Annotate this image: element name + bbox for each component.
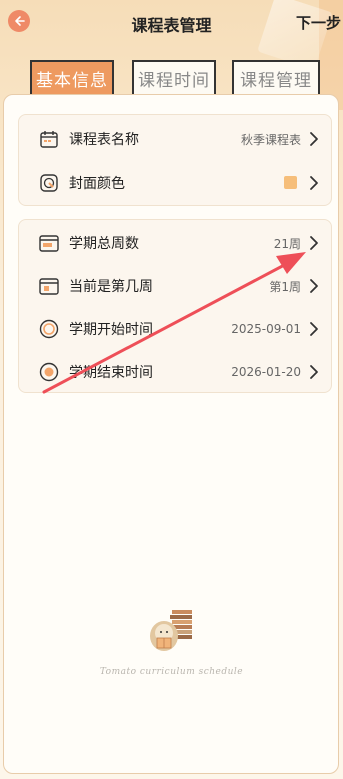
total-weeks-row[interactable]: 学期总周数 21周 (19, 221, 331, 265)
color-swatch (284, 176, 297, 189)
total-weeks-value: 21周 (273, 236, 301, 251)
semester-group: 学期总周数 21周 当前是第几周 第1周 学期开始时间 2025-09-01 学… (18, 219, 332, 393)
end-date-row[interactable]: 学期结束时间 2026-01-20 (19, 350, 331, 394)
clock-start-icon (39, 319, 59, 339)
start-date-label: 学期开始时间 (69, 322, 153, 338)
chevron-right-icon (310, 365, 318, 379)
tab-basic-info[interactable]: 基本信息 (30, 60, 114, 94)
calendar-weeks-icon (39, 235, 59, 252)
schedule-name-label: 课程表名称 (69, 132, 139, 148)
tab-course-management[interactable]: 课程管理 (232, 60, 320, 94)
end-date-label: 学期结束时间 (69, 365, 153, 381)
palette-icon (40, 174, 58, 192)
page-title: 课程表管理 (131, 16, 212, 35)
current-week-row[interactable]: 当前是第几周 第1周 (19, 264, 331, 308)
chevron-right-icon (310, 279, 318, 293)
chevron-right-icon (310, 236, 318, 250)
schedule-name-value: 秋季课程表 (240, 132, 301, 147)
schedule-info-group: 课程表名称 秋季课程表 封面颜色 (18, 114, 332, 206)
tab-course-time[interactable]: 课程时间 (132, 60, 216, 94)
footer-caption: Tomato curriculum schedule (99, 667, 244, 677)
next-button[interactable]: 下一步 (296, 12, 341, 33)
chevron-right-icon (310, 322, 318, 336)
clock-end-icon (39, 362, 59, 382)
calendar-icon (40, 131, 58, 148)
calendar-current-icon (39, 278, 59, 295)
cover-color-row[interactable]: 封面颜色 (19, 161, 331, 205)
tab-bar: 基本信息 课程时间 课程管理 (30, 60, 330, 96)
chevron-right-icon (310, 132, 318, 146)
hedgehog-reading-illustration (150, 610, 192, 651)
current-week-label: 当前是第几周 (69, 279, 153, 295)
header: 课程表管理 下一步 (0, 0, 343, 44)
cover-color-label: 封面颜色 (69, 176, 125, 192)
start-date-row[interactable]: 学期开始时间 2025-09-01 (19, 307, 331, 351)
chevron-right-icon (310, 176, 318, 190)
start-date-value: 2025-09-01 (231, 322, 301, 336)
current-week-value: 第1周 (269, 279, 301, 294)
total-weeks-label: 学期总周数 (69, 236, 139, 252)
end-date-value: 2026-01-20 (231, 365, 301, 379)
schedule-name-row[interactable]: 课程表名称 秋季课程表 (19, 117, 331, 161)
